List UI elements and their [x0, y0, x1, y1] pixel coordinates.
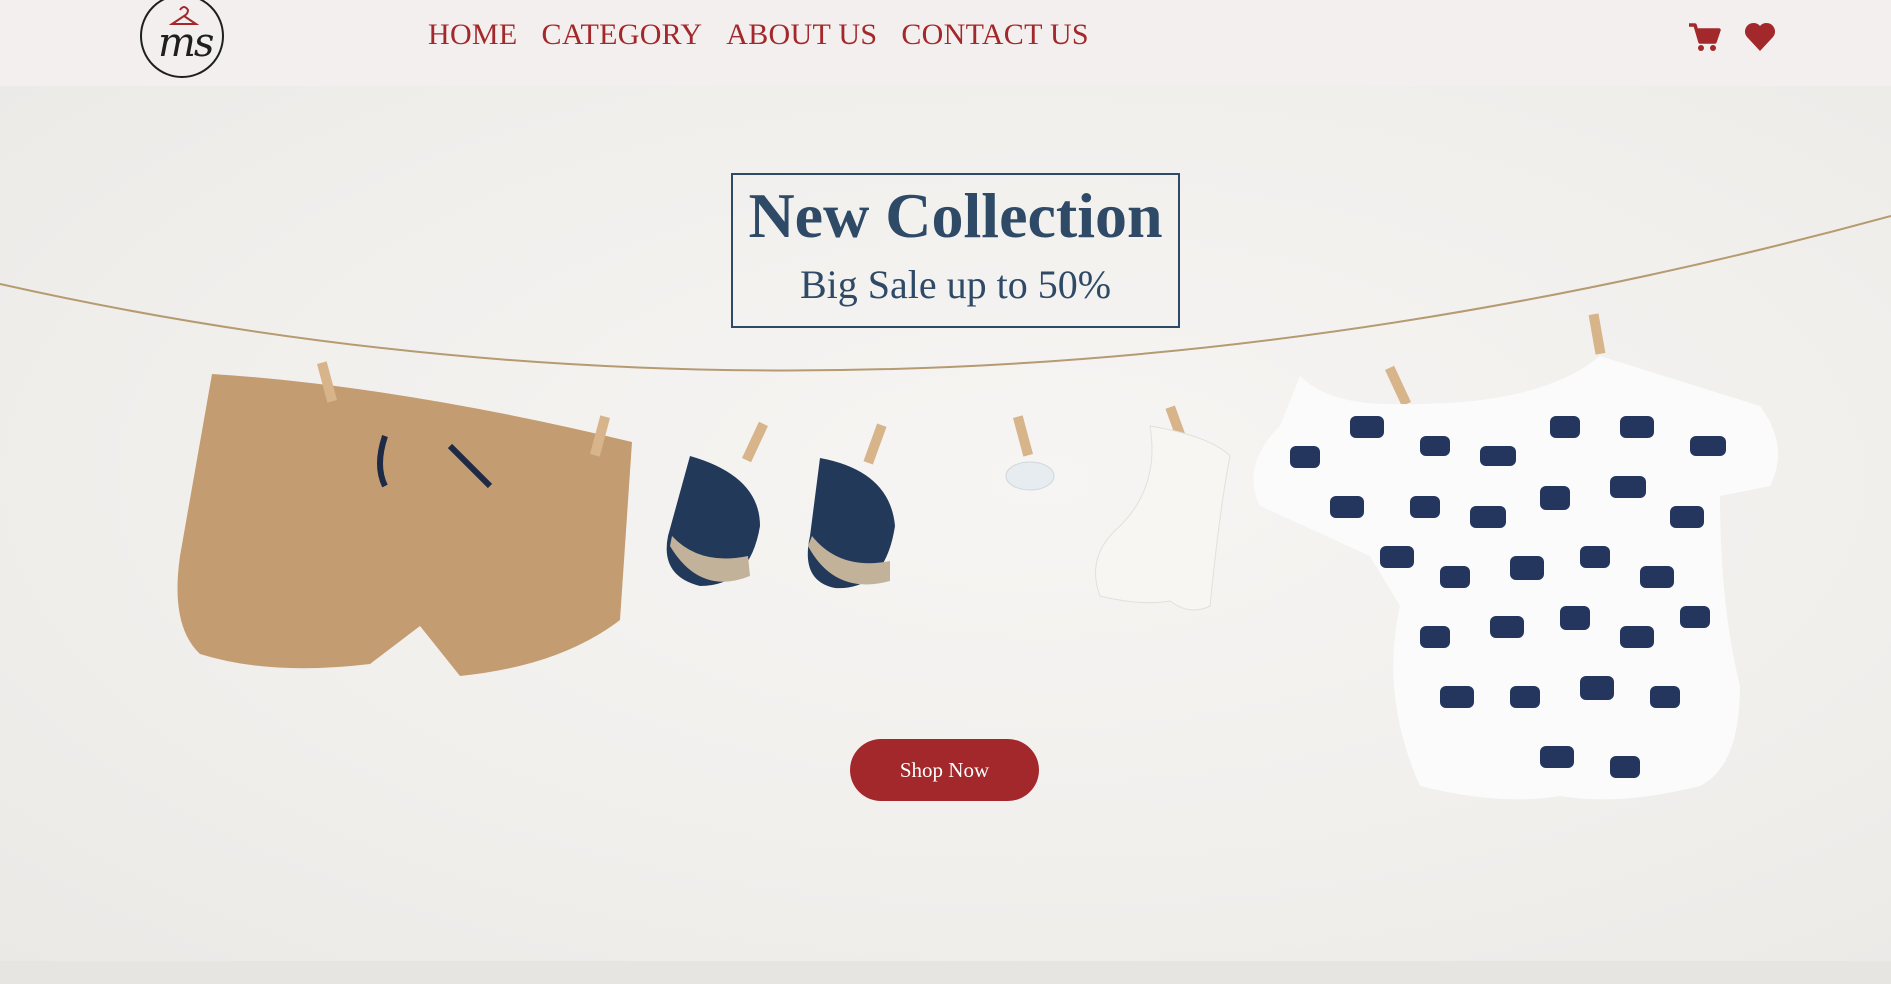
hero-banner: New Collection Big Sale up to 50% Shop N…: [0, 86, 1891, 961]
nav-contact-us[interactable]: CONTACT US: [901, 18, 1089, 52]
site-header: ms HOME CATEGORY ABOUT US CONTACT US: [0, 0, 1891, 86]
section-divider: [0, 961, 1891, 984]
promo-box: New Collection Big Sale up to 50%: [731, 173, 1180, 328]
site-logo[interactable]: ms: [140, 0, 224, 78]
nav-category[interactable]: CATEGORY: [542, 18, 703, 52]
promo-subtitle: Big Sale up to 50%: [799, 262, 1112, 307]
header-icons: [1687, 20, 1777, 54]
shop-now-button[interactable]: Shop Now: [850, 739, 1039, 801]
logo-text: ms: [158, 20, 214, 66]
cart-icon[interactable]: [1687, 20, 1721, 54]
main-nav: HOME CATEGORY ABOUT US CONTACT US: [428, 18, 1089, 52]
nav-home[interactable]: HOME: [428, 18, 518, 52]
promo-title: New Collection: [748, 180, 1163, 251]
heart-icon[interactable]: [1743, 20, 1777, 54]
nav-about-us[interactable]: ABOUT US: [726, 18, 877, 52]
